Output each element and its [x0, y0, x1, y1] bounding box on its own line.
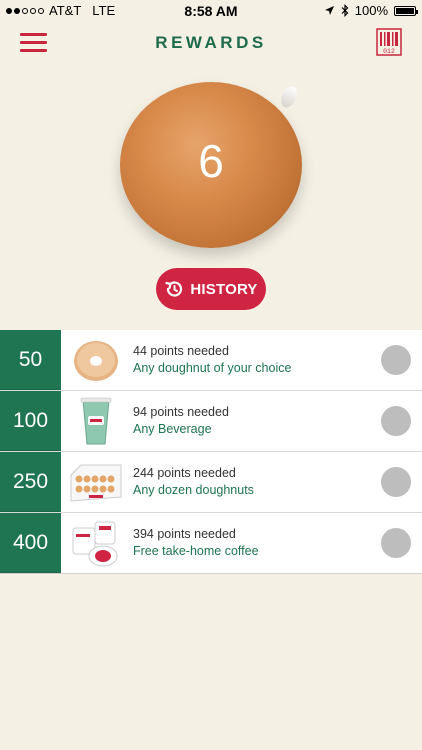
reward-tier: 250 [0, 452, 61, 512]
dozen-box-icon [70, 464, 122, 502]
barcode-button[interactable]: 012 [376, 28, 402, 56]
status-right: 100% [324, 3, 418, 18]
app-header: REWARDS 012 [0, 22, 422, 64]
reward-tier: 400 [0, 513, 61, 573]
reward-text: 394 points needed Free take-home coffee [133, 527, 259, 558]
glaze-highlight [278, 84, 300, 110]
reward-tier: 50 [0, 330, 61, 390]
reward-select-toggle[interactable] [381, 345, 411, 375]
points-needed: 44 points needed [133, 344, 229, 358]
points-balance: 6 [198, 135, 224, 187]
points-needed: 94 points needed [133, 405, 229, 419]
history-label: HISTORY [190, 280, 258, 298]
history-button[interactable]: HISTORY [156, 268, 266, 310]
barcode-icon: 012 [376, 28, 402, 56]
reward-text: 94 points needed Any Beverage [133, 405, 229, 436]
history-clock-icon [165, 281, 183, 297]
barcode-digits: 012 [383, 48, 395, 55]
reward-row-250[interactable]: 250 244 points needed Any dozen doughnut… [0, 452, 422, 513]
reward-text: 244 points needed Any dozen doughnuts [133, 466, 254, 497]
location-arrow-icon [324, 6, 334, 15]
reward-tier: 100 [0, 391, 61, 451]
reward-select-toggle[interactable] [381, 528, 411, 558]
reward-list: 50 44 points needed Any doughnut of your… [0, 330, 422, 574]
reward-name: Any doughnut of your choice [133, 361, 292, 375]
status-bar: AT&T LTE 8:58 AM 100% [0, 0, 422, 22]
reward-row-50[interactable]: 50 44 points needed Any doughnut of your… [0, 330, 422, 391]
reward-name: Free take-home coffee [133, 544, 259, 558]
points-needed: 394 points needed [133, 527, 236, 541]
page-title: REWARDS [155, 33, 267, 52]
reward-row-100[interactable]: 100 94 points needed Any Beverage [0, 391, 422, 452]
rewards-screen: AT&T LTE 8:58 AM 100% REWARDS 012 6 HIST… [0, 0, 422, 750]
reward-select-toggle[interactable] [381, 406, 411, 436]
bluetooth-icon [341, 4, 349, 17]
reward-name: Any Beverage [133, 422, 212, 436]
reward-name: Any dozen doughnuts [133, 483, 254, 497]
reward-row-400[interactable]: 400 394 points needed Free take-home cof… [0, 513, 422, 574]
points-hero: 6 [0, 64, 422, 264]
points-needed: 244 points needed [133, 466, 236, 480]
doughnut-icon [74, 341, 118, 381]
battery-icon [394, 5, 418, 16]
coffee-pods-icon [72, 521, 118, 567]
reward-select-toggle[interactable] [381, 467, 411, 497]
reward-text: 44 points needed Any doughnut of your ch… [133, 344, 291, 375]
beverage-cup-icon [80, 397, 112, 445]
battery-percent: 100% [354, 3, 388, 18]
